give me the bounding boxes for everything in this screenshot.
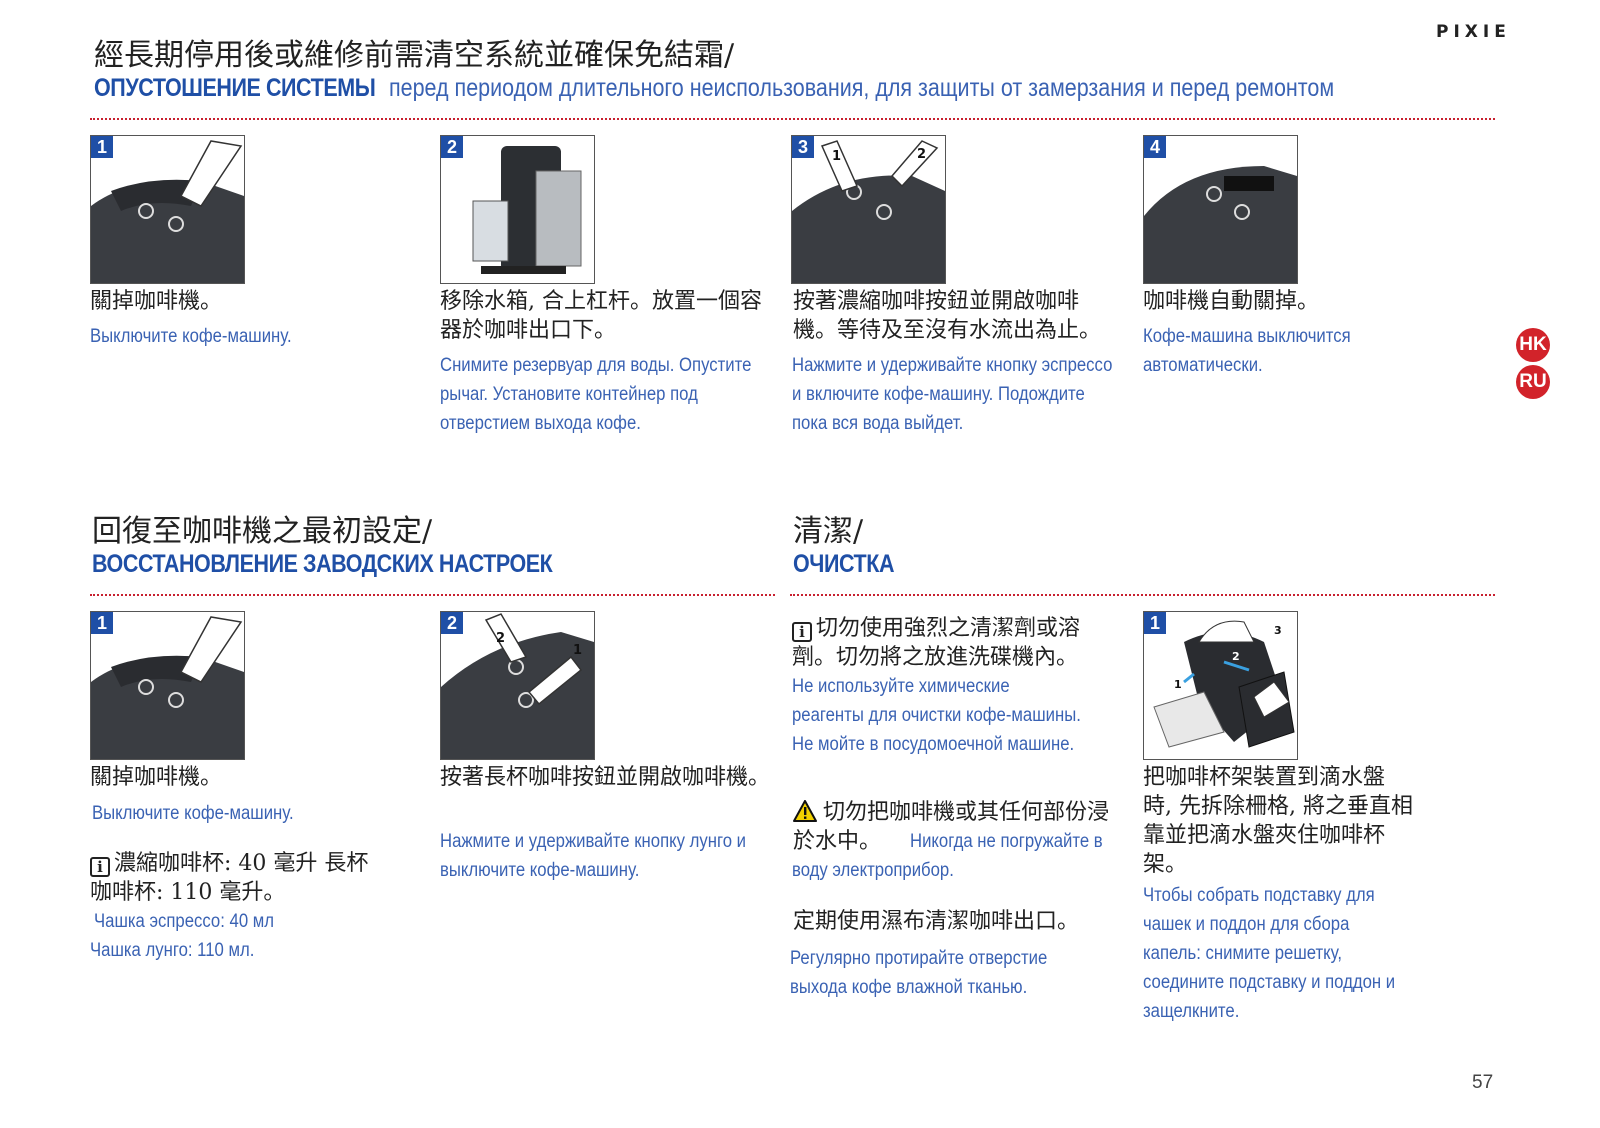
- section3-step1-text-ru: Чтобы собрать подставку для чашек и подд…: [1143, 885, 1396, 1022]
- section2-info-ru-2: Чашка лунго: 110 мл.: [90, 940, 255, 961]
- info-icon: i: [90, 857, 110, 877]
- section1-step2-illustration: 2: [440, 135, 595, 284]
- section3-info-zh: i 切勿使用強烈之清潔劑或溶劑。切勿將之放進洗碟機內。: [792, 614, 1112, 672]
- section3-divider: [790, 594, 1495, 596]
- lang-badge-hk: HK: [1516, 328, 1550, 362]
- section3-info-ru: Не используйте химические реагенты для о…: [792, 676, 1081, 755]
- section2-step1-text-zh: 關掉咖啡機。: [90, 765, 223, 790]
- section1-step2-text-zh: 移除水箱, 合上杠杆。放置一個容器於咖啡出口下。: [440, 289, 762, 343]
- svg-text:2: 2: [496, 631, 505, 646]
- step-number: 1: [1144, 612, 1166, 634]
- svg-text:2: 2: [917, 147, 926, 162]
- section2-step2-illustration: 2 1 2: [440, 611, 595, 760]
- section2-step1-text-ru: Выключите кофе-машину.: [92, 803, 294, 824]
- section3-warning-ru-1: Никогда не погружайте в: [910, 831, 1103, 852]
- page-number: 57: [1472, 1072, 1494, 1093]
- section1-divider: [90, 118, 1495, 120]
- section1-step3-text-zh: 按著濃縮咖啡按鈕並開啟咖啡機。等待及至沒有水流出為止。: [793, 289, 1102, 343]
- section1-step4-illustration: 4: [1143, 135, 1298, 284]
- svg-text:2: 2: [1232, 650, 1240, 663]
- section1-step2-text-ru: Снимите резервуар для воды. Опустите рыч…: [440, 355, 752, 434]
- section1-step1-illustration: 1: [90, 135, 245, 284]
- section1-subtitle-ru: перед периодом длительного неиспользован…: [389, 74, 1335, 102]
- section2-step2-text-ru: Нажмите и удерживайте кнопку лунго и вык…: [440, 831, 747, 881]
- section3-wipe-ru: Регулярно протирайте отверстие выхода ко…: [790, 948, 1048, 998]
- step-number: 1: [91, 136, 113, 158]
- section1-step1-text-ru: Выключите кофе-машину.: [90, 326, 292, 347]
- step-number: 2: [441, 612, 463, 634]
- section2-title-ru: ВОССТАНОВЛЕНИЕ ЗАВОДСКИХ НАСТРОЕК: [92, 550, 553, 578]
- lang-badge-ru: RU: [1516, 365, 1550, 399]
- section1-step1-text-zh: 關掉咖啡機。: [90, 289, 223, 314]
- section2-info-zh: i 濃縮咖啡杯: 40 毫升 長杯咖啡杯: 110 毫升。: [90, 849, 390, 907]
- brand-logo: PIXIE: [1436, 22, 1511, 42]
- step-number: 2: [441, 136, 463, 158]
- section1-title-ru: ОПУСТОШЕНИЕ СИСТЕМЫ: [94, 74, 376, 102]
- svg-text:1: 1: [832, 149, 841, 164]
- section3-wipe-zh: 定期使用濕布清潔咖啡出口。: [793, 909, 1080, 934]
- section3-step1-illustration: 2 1 3 1: [1143, 611, 1298, 760]
- svg-text:1: 1: [573, 643, 582, 658]
- section2-info-zh-text: 濃縮咖啡杯: 40 毫升 長杯咖啡杯: 110 毫升。: [90, 851, 369, 905]
- section3-title-ru: ОЧИСТКА: [793, 550, 895, 578]
- svg-text:1: 1: [1174, 678, 1182, 691]
- svg-text:3: 3: [1274, 624, 1282, 637]
- section1-step4-text-ru: Кофе-машина выключится автоматически.: [1143, 326, 1351, 376]
- warning-icon: [793, 800, 817, 822]
- section2-info-ru-1: Чашка эспрессо: 40 мл: [94, 911, 275, 932]
- section1-title-zh: 經長期停用後或維修前需清空系統並確保免結霜/: [94, 38, 735, 73]
- section2-title-zh: 回復至咖啡機之最初設定/: [92, 514, 433, 549]
- section2-step2-text-zh: 按著長杯咖啡按鈕並開啟咖啡機。: [440, 765, 771, 790]
- section3-warning-ru-2: воду электроприбор.: [792, 860, 954, 881]
- section2-step1-illustration: 1: [90, 611, 245, 760]
- section3-title-zh: 清潔/: [793, 514, 864, 549]
- section1-step4-text-zh: 咖啡機自動關掉。: [1143, 289, 1320, 314]
- section2-divider: [90, 594, 775, 596]
- section1-step3-text-ru: Нажмите и удерживайте кнопку эспрессо и …: [792, 355, 1113, 434]
- section3-info-zh-text: 切勿使用強烈之清潔劑或溶劑。切勿將之放進洗碟機內。: [792, 616, 1081, 670]
- section3-step1-text-zh: 把咖啡杯架裝置到滴水盤時, 先拆除柵格, 將之垂直相靠並把滴水盤夾住咖啡杯架。: [1143, 765, 1413, 877]
- step-number: 1: [91, 612, 113, 634]
- step-number: 4: [1144, 136, 1166, 158]
- info-icon: i: [792, 622, 812, 642]
- step-number: 3: [792, 136, 814, 158]
- section1-step3-illustration: 1 2 3: [791, 135, 946, 284]
